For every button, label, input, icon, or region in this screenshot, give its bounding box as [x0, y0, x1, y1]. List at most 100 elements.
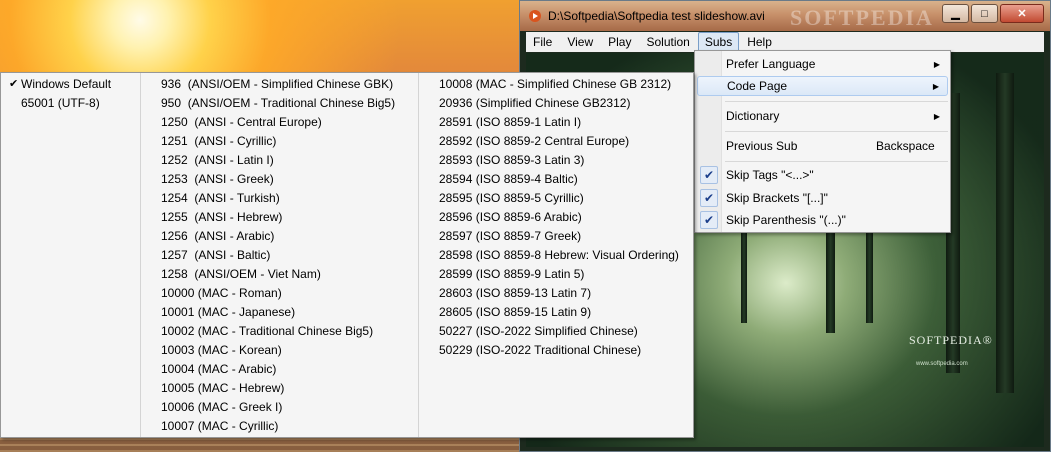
code-page-item[interactable]: 10005 (MAC - Hebrew) [141, 379, 419, 398]
code-page-label: 1256 (ANSI - Arabic) [161, 229, 275, 243]
code-page-label: 10005 (MAC - Hebrew) [161, 381, 285, 395]
code-page-item[interactable]: 28599 (ISO 8859-9 Latin 5) [419, 265, 694, 284]
code-page-item[interactable]: 28598 (ISO 8859-8 Hebrew: Visual Orderin… [419, 246, 694, 265]
menu-item-label: Code Page [727, 79, 788, 93]
close-button[interactable]: ✕ [1000, 4, 1044, 23]
code-page-item[interactable]: 28594 (ISO 8859-4 Baltic) [419, 170, 694, 189]
check-icon: ✔ [700, 189, 718, 207]
code-page-item[interactable]: 1257 (ANSI - Baltic) [141, 246, 419, 265]
code-page-item[interactable]: 50227 (ISO-2022 Simplified Chinese) [419, 322, 694, 341]
code-page-column-1: ✔ Windows Default 65001 (UTF-8) [1, 73, 140, 437]
code-page-column-3: 10008 (MAC - Simplified Chinese GB 2312)… [418, 73, 694, 437]
code-page-label: 20936 (Simplified Chinese GB2312) [439, 96, 631, 110]
code-page-item[interactable]: 10004 (MAC - Arabic) [141, 360, 419, 379]
check-icon: ✔ [700, 166, 718, 184]
code-page-item[interactable]: 1250 (ANSI - Central Europe) [141, 113, 419, 132]
code-page-item[interactable]: 28591 (ISO 8859-1 Latin I) [419, 113, 694, 132]
code-page-submenu: ✔ Windows Default 65001 (UTF-8) 936 (ANSI/… [0, 72, 694, 438]
code-page-item[interactable]: 950 (ANSI/OEM - Traditional Chinese Big5… [141, 94, 419, 113]
menu-item-skip-parenthesis[interactable]: ✔ Skip Parenthesis "(...)" [697, 210, 948, 230]
code-page-label: 10006 (MAC - Greek I) [161, 400, 283, 414]
code-page-label: 28592 (ISO 8859-2 Central Europe) [439, 134, 630, 148]
code-page-item[interactable]: 1251 (ANSI - Cyrillic) [141, 132, 419, 151]
code-page-item[interactable]: 10007 (MAC - Cyrillic) [141, 417, 419, 436]
menu-solution[interactable]: Solution [639, 32, 696, 52]
menu-item-code-page[interactable]: Code Page ▶ [697, 76, 948, 96]
code-page-item[interactable]: 28596 (ISO 8859-6 Arabic) [419, 208, 694, 227]
code-page-item[interactable]: 936 (ANSI/OEM - Simplified Chinese GBK) [141, 75, 419, 94]
code-page-label: 28595 (ISO 8859-5 Cyrillic) [439, 191, 584, 205]
code-page-label: 28594 (ISO 8859-4 Baltic) [439, 172, 578, 186]
code-page-label: 10002 (MAC - Traditional Chinese Big5) [161, 324, 374, 338]
menu-help[interactable]: Help [740, 32, 779, 52]
code-page-item[interactable]: 1254 (ANSI - Turkish) [141, 189, 419, 208]
window-controls: ▁ □ ✕ [942, 4, 1044, 23]
code-page-item[interactable]: 10006 (MAC - Greek I) [141, 398, 419, 417]
code-page-label: 1252 (ANSI - Latin I) [161, 153, 274, 167]
minimize-button[interactable]: ▁ [942, 4, 969, 23]
menu-item-dictionary[interactable]: Dictionary ▶ [697, 106, 948, 126]
code-page-item[interactable]: 28597 (ISO 8859-7 Greek) [419, 227, 694, 246]
menu-item-skip-tags[interactable]: ✔ Skip Tags "<...>" [697, 165, 948, 185]
menu-subs[interactable]: Subs [697, 32, 740, 52]
maximize-button[interactable]: □ [971, 4, 998, 23]
code-page-item[interactable]: 10003 (MAC - Korean) [141, 341, 419, 360]
code-page-label: 936 (ANSI/OEM - Simplified Chinese GBK) [161, 77, 394, 91]
code-page-item[interactable]: ✔ Windows Default [1, 75, 140, 94]
menu-item-label: Prefer Language [726, 57, 816, 71]
code-page-item[interactable]: 50229 (ISO-2022 Traditional Chinese) [419, 341, 694, 360]
code-page-item[interactable]: 28595 (ISO 8859-5 Cyrillic) [419, 189, 694, 208]
window-title: D:\Softpedia\Softpedia test slideshow.av… [548, 9, 765, 23]
code-page-label: 28598 (ISO 8859-8 Hebrew: Visual Orderin… [439, 248, 679, 262]
menu-separator [725, 131, 948, 132]
video-tree-trunk [996, 73, 1014, 393]
code-page-item[interactable]: 1253 (ANSI - Greek) [141, 170, 419, 189]
code-page-item[interactable]: 28603 (ISO 8859-13 Latin 7) [419, 284, 694, 303]
code-page-item[interactable]: 28605 (ISO 8859-15 Latin 9) [419, 303, 694, 322]
code-page-label: 1258 (ANSI/OEM - Viet Nam) [161, 267, 321, 281]
code-page-item[interactable]: 28593 (ISO 8859-3 Latin 3) [419, 151, 694, 170]
code-page-label: 28596 (ISO 8859-6 Arabic) [439, 210, 582, 224]
code-page-label: 1250 (ANSI - Central Europe) [161, 115, 322, 129]
code-page-label: 10008 (MAC - Simplified Chinese GB 2312) [439, 77, 672, 91]
menu-item-skip-brackets[interactable]: ✔ Skip Brackets "[...]" [697, 188, 948, 208]
code-page-label: 10007 (MAC - Cyrillic) [161, 419, 279, 433]
menu-play[interactable]: Play [601, 32, 638, 52]
title-bar[interactable]: D:\Softpedia\Softpedia test slideshow.av… [520, 1, 1050, 31]
code-page-label: 10000 (MAC - Roman) [161, 286, 282, 300]
menu-item-shortcut: Backspace [876, 139, 935, 153]
submenu-arrow-icon: ▶ [932, 81, 939, 91]
code-page-item[interactable]: 10008 (MAC - Simplified Chinese GB 2312) [419, 75, 694, 94]
code-page-item[interactable]: 1256 (ANSI - Arabic) [141, 227, 419, 246]
menu-item-previous-sub[interactable]: Previous Sub Backspace [697, 136, 948, 156]
code-page-column-2: 936 (ANSI/OEM - Simplified Chinese GBK) 9… [140, 73, 419, 437]
code-page-label: 1251 (ANSI - Cyrillic) [161, 134, 277, 148]
code-page-item[interactable]: 10002 (MAC - Traditional Chinese Big5) [141, 322, 419, 341]
menu-file[interactable]: File [526, 32, 559, 52]
code-page-label: 28597 (ISO 8859-7 Greek) [439, 229, 582, 243]
submenu-arrow-icon: ▶ [933, 59, 940, 69]
code-page-item[interactable]: 28592 (ISO 8859-2 Central Europe) [419, 132, 694, 151]
menu-bar: File View Play Solution Subs Help [526, 32, 1044, 52]
video-logo: SOFTPEDIA® [909, 333, 993, 347]
menu-item-label: Dictionary [726, 109, 780, 123]
code-page-label: 10001 (MAC - Japanese) [161, 305, 296, 319]
menu-view[interactable]: View [560, 32, 600, 52]
code-page-item[interactable]: 10000 (MAC - Roman) [141, 284, 419, 303]
menu-separator [725, 161, 948, 162]
title-watermark: SOFTPEDIA [790, 5, 934, 30]
code-page-item[interactable]: 1258 (ANSI/OEM - Viet Nam) [141, 265, 419, 284]
code-page-label: 10004 (MAC - Arabic) [161, 362, 277, 376]
code-page-label: 50229 (ISO-2022 Traditional Chinese) [439, 343, 642, 357]
code-page-item[interactable]: 20936 (Simplified Chinese GB2312) [419, 94, 694, 113]
subs-dropdown-menu: Prefer Language ▶ Code Page ▶ Dictionary… [694, 50, 951, 233]
code-page-label: 28605 (ISO 8859-15 Latin 9) [439, 305, 592, 319]
code-page-item[interactable]: 1252 (ANSI - Latin I) [141, 151, 419, 170]
submenu-arrow-icon: ▶ [933, 111, 940, 121]
code-page-label: 1257 (ANSI - Baltic) [161, 248, 271, 262]
code-page-item[interactable]: 65001 (UTF-8) [1, 94, 140, 113]
code-page-label: 28603 (ISO 8859-13 Latin 7) [439, 286, 592, 300]
menu-item-prefer-language[interactable]: Prefer Language ▶ [697, 54, 948, 74]
code-page-item[interactable]: 1255 (ANSI - Hebrew) [141, 208, 419, 227]
code-page-item[interactable]: 10001 (MAC - Japanese) [141, 303, 419, 322]
